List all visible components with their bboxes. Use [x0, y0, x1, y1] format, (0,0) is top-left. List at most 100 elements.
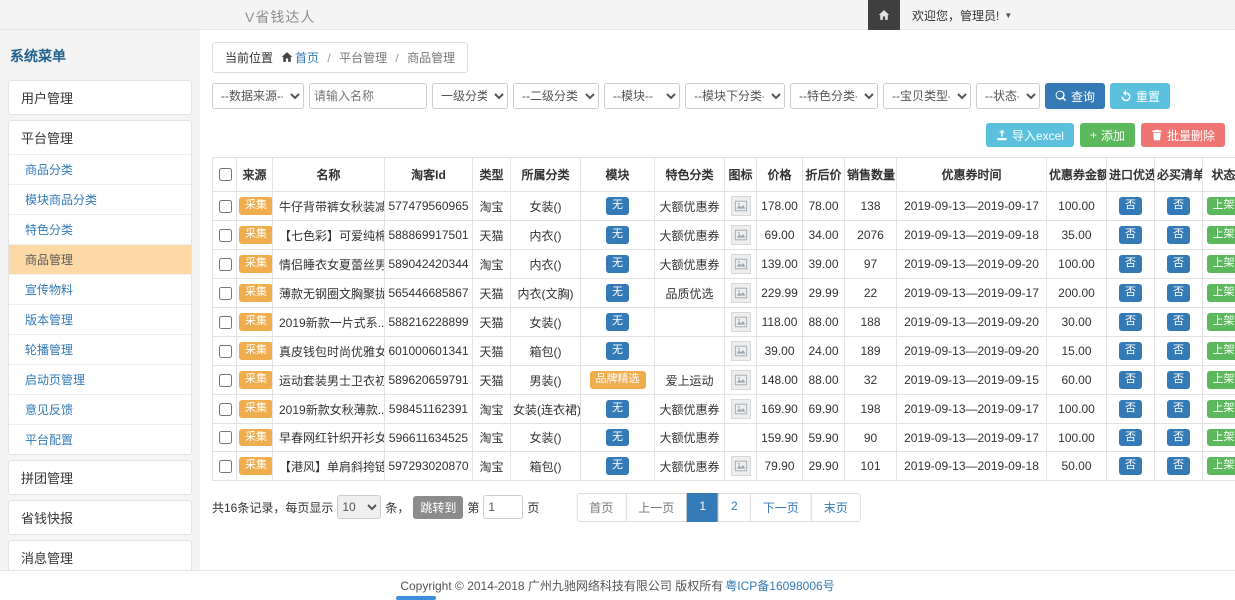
data-source-select[interactable]: --数据来源-- [212, 83, 304, 109]
source-badge: 采集 [239, 457, 273, 474]
page-button[interactable]: 1 [686, 493, 719, 522]
row-checkbox[interactable] [219, 258, 232, 271]
sidebar-item[interactable]: 消息管理 [9, 541, 191, 570]
feature-category-select[interactable]: --特色分类-- [790, 83, 878, 109]
import-toggle-button[interactable]: 否 [1119, 226, 1142, 243]
status-select[interactable]: --状态-- [976, 83, 1040, 109]
row-checkbox[interactable] [219, 374, 232, 387]
import-toggle-button[interactable]: 否 [1119, 342, 1142, 359]
row-checkbox[interactable] [219, 287, 232, 300]
module-badge: 无 [606, 226, 629, 243]
must-buy-toggle-button[interactable]: 否 [1167, 284, 1190, 301]
cell-must-buy: 否 [1155, 308, 1203, 337]
import-excel-button[interactable]: 导入excel [986, 123, 1074, 147]
row-checkbox[interactable] [219, 431, 232, 444]
status-button[interactable]: 上架 [1207, 255, 1235, 272]
table-row: 采集2019新款女秋薄款...598451162391淘宝女装(连衣裙)无大额优… [213, 395, 1235, 424]
horizontal-scrollbar-thumb[interactable] [396, 596, 436, 600]
status-button[interactable]: 上架 [1207, 197, 1235, 214]
level1-category-select[interactable]: 一级分类 [432, 83, 508, 109]
import-toggle-button[interactable]: 否 [1119, 197, 1142, 214]
must-buy-toggle-button[interactable]: 否 [1167, 342, 1190, 359]
import-toggle-button[interactable]: 否 [1119, 400, 1142, 417]
must-buy-toggle-button[interactable]: 否 [1167, 400, 1190, 417]
row-checkbox[interactable] [219, 316, 232, 329]
sidebar-subitem[interactable]: 平台配置 [9, 424, 191, 454]
must-buy-toggle-button[interactable]: 否 [1167, 371, 1190, 388]
user-menu[interactable]: 欢迎您，管理员! ▼ [900, 0, 1024, 30]
row-checkbox[interactable] [219, 403, 232, 416]
cell-price: 148.00 [757, 366, 803, 395]
item-type-select[interactable]: --宝贝类型-- [883, 83, 971, 109]
page-button[interactable]: 末页 [811, 493, 861, 522]
batch-delete-button[interactable]: 批量删除 [1141, 123, 1225, 147]
import-toggle-button[interactable]: 否 [1119, 284, 1142, 301]
source-badge: 采集 [239, 429, 273, 446]
module-badge: 无 [606, 284, 629, 301]
sidebar-subitem[interactable]: 宣传物料 [9, 274, 191, 304]
cell-import-select: 否 [1107, 308, 1155, 337]
icp-link[interactable]: 粤ICP备16098006号 [725, 577, 834, 594]
import-toggle-button[interactable]: 否 [1119, 429, 1142, 446]
sidebar-item[interactable]: 省钱快报 [9, 501, 191, 534]
page-button[interactable]: 首页 [576, 493, 626, 522]
breadcrumb-home-link[interactable]: 首页 [295, 51, 319, 65]
must-buy-toggle-button[interactable]: 否 [1167, 226, 1190, 243]
cell-source: 采集 [237, 279, 273, 308]
sidebar-subitem[interactable]: 特色分类 [9, 214, 191, 244]
status-button[interactable]: 上架 [1207, 400, 1235, 417]
import-toggle-button[interactable]: 否 [1119, 371, 1142, 388]
page-button[interactable]: 下一页 [750, 493, 812, 522]
jump-button[interactable]: 跳转到 [413, 496, 463, 519]
module-select[interactable]: --模块-- [604, 83, 680, 109]
summary-text: 页 [527, 499, 539, 516]
status-button[interactable]: 上架 [1207, 284, 1235, 301]
sidebar-item[interactable]: 拼团管理 [9, 461, 191, 494]
import-toggle-button[interactable]: 否 [1119, 457, 1142, 474]
status-button[interactable]: 上架 [1207, 371, 1235, 388]
import-toggle-button[interactable]: 否 [1119, 255, 1142, 272]
reset-button[interactable]: 重置 [1110, 83, 1170, 109]
cell-category: 内衣() [511, 250, 581, 279]
page-button[interactable]: 2 [718, 493, 751, 522]
row-checkbox[interactable] [219, 345, 232, 358]
row-checkbox[interactable] [219, 460, 232, 473]
must-buy-toggle-button[interactable]: 否 [1167, 429, 1190, 446]
home-button[interactable] [868, 0, 900, 30]
sidebar-subitem[interactable]: 版本管理 [9, 304, 191, 334]
module-sub-select[interactable]: --模块下分类-- [685, 83, 785, 109]
status-button[interactable]: 上架 [1207, 429, 1235, 446]
sidebar-subitem[interactable]: 轮播管理 [9, 334, 191, 364]
sidebar-item[interactable]: 平台管理 [9, 121, 191, 154]
status-button[interactable]: 上架 [1207, 226, 1235, 243]
cell-type: 天猫 [473, 366, 511, 395]
must-buy-toggle-button[interactable]: 否 [1167, 313, 1190, 330]
status-button[interactable]: 上架 [1207, 457, 1235, 474]
must-buy-toggle-button[interactable]: 否 [1167, 255, 1190, 272]
sidebar-subitem-active[interactable]: 商品管理 [9, 244, 191, 274]
sidebar-subitem[interactable]: 启动页管理 [9, 364, 191, 394]
name-search-input[interactable] [309, 83, 427, 109]
must-buy-toggle-button[interactable]: 否 [1167, 197, 1190, 214]
add-button[interactable]: + 添加 [1080, 123, 1135, 147]
select-all-checkbox[interactable] [219, 168, 232, 181]
sidebar-subitem[interactable]: 商品分类 [9, 154, 191, 184]
row-checkbox[interactable] [219, 229, 232, 242]
page-number-input[interactable] [483, 495, 523, 519]
row-checkbox[interactable] [219, 200, 232, 213]
search-button[interactable]: 查询 [1045, 83, 1105, 109]
cell-status: 上架 [1203, 221, 1235, 250]
sidebar-subitem[interactable]: 意见反馈 [9, 394, 191, 424]
cell-coupon-amount: 100.00 [1047, 192, 1107, 221]
status-button[interactable]: 上架 [1207, 342, 1235, 359]
import-toggle-button[interactable]: 否 [1119, 313, 1142, 330]
cell-product-name: 【七色彩】可爱纯棉家... [273, 221, 385, 250]
page-button[interactable]: 上一页 [625, 493, 687, 522]
must-buy-toggle-button[interactable]: 否 [1167, 457, 1190, 474]
sidebar-item[interactable]: 用户管理 [9, 81, 191, 114]
status-button[interactable]: 上架 [1207, 313, 1235, 330]
sidebar-subitem[interactable]: 模块商品分类 [9, 184, 191, 214]
level2-category-select[interactable]: --二级分类-- [513, 83, 599, 109]
column-header: 销售数量 [845, 158, 897, 192]
per-page-select[interactable]: 10 [337, 495, 381, 519]
